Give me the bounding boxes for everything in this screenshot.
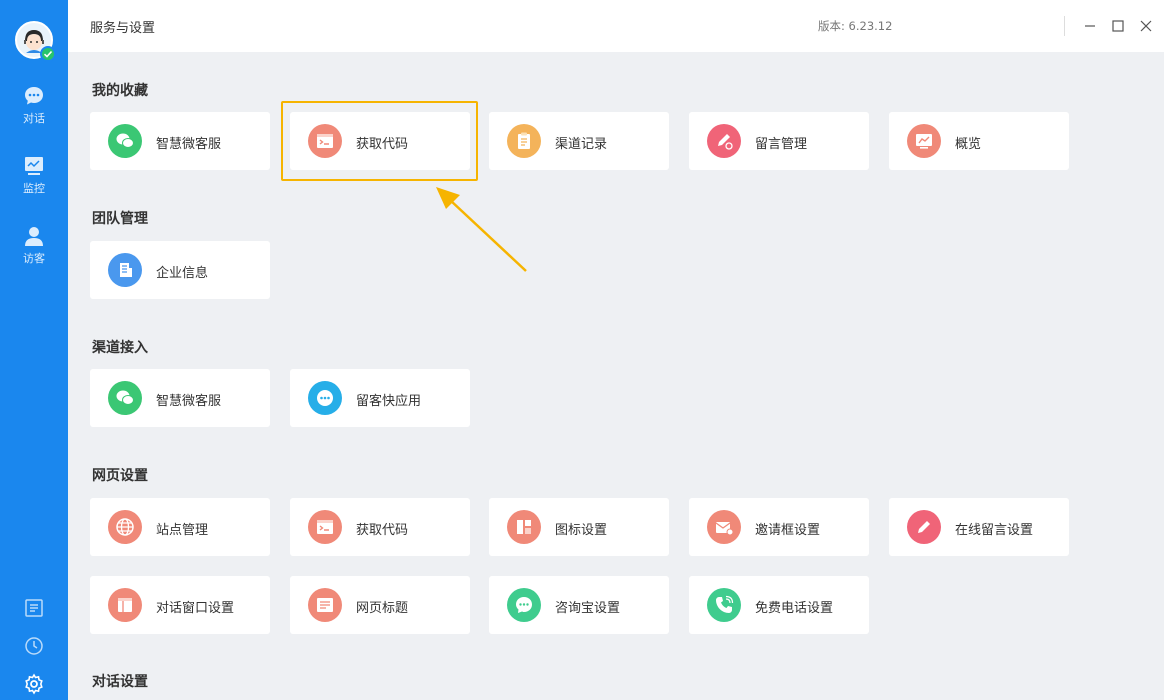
card-team-company-info[interactable]: 企业信息 bbox=[90, 241, 270, 299]
monitor-icon bbox=[25, 157, 43, 175]
section-title-dialog: 对话设置 bbox=[92, 674, 148, 690]
close-icon[interactable] bbox=[1136, 16, 1156, 36]
phone-icon bbox=[707, 588, 741, 622]
card-label: 智慧微客服 bbox=[156, 394, 222, 409]
code-window-icon bbox=[308, 510, 342, 544]
chat-bubble-icon bbox=[25, 87, 43, 105]
section-title-channels: 渠道接入 bbox=[92, 340, 148, 356]
visitor-icon bbox=[25, 227, 43, 246]
card-favorites-message-mgmt[interactable]: 留言管理 bbox=[689, 112, 869, 170]
card-favorites-overview[interactable]: 概览 bbox=[889, 112, 1069, 170]
card-label: 留客快应用 bbox=[356, 394, 422, 409]
card-label: 网页标题 bbox=[356, 601, 409, 616]
card-label: 企业信息 bbox=[156, 266, 209, 281]
clock-icon[interactable] bbox=[22, 634, 46, 658]
layout-icon bbox=[507, 510, 541, 544]
section-title-team: 团队管理 bbox=[92, 211, 148, 227]
card-channels-quick-app[interactable]: 留客快应用 bbox=[290, 369, 470, 427]
sidebar: 对话 监控 访客 bbox=[0, 0, 68, 700]
card-label: 咨询宝设置 bbox=[555, 601, 621, 616]
wechat-icon bbox=[108, 381, 142, 415]
card-web-site-mgmt[interactable]: 站点管理 bbox=[90, 498, 270, 556]
chat-dots-icon bbox=[507, 588, 541, 622]
card-web-free-phone[interactable]: 免费电话设置 bbox=[689, 576, 869, 634]
gear-icon[interactable] bbox=[22, 672, 46, 696]
maximize-icon[interactable] bbox=[1108, 16, 1128, 36]
pen-icon bbox=[707, 124, 741, 158]
page-title: 服务与设置 bbox=[90, 21, 156, 36]
card-web-online-message[interactable]: 在线留言设置 bbox=[889, 498, 1069, 556]
envelope-icon bbox=[707, 510, 741, 544]
nav-monitor[interactable]: 监控 bbox=[0, 154, 68, 196]
pen-icon bbox=[907, 510, 941, 544]
card-label: 站点管理 bbox=[156, 523, 209, 538]
card-web-icon-settings[interactable]: 图标设置 bbox=[489, 498, 669, 556]
settings-content: 我的收藏 智慧微客服 获取代码 渠道记录 留言管理 概览 团队管理 企业信息 渠… bbox=[68, 52, 1164, 700]
card-web-dialog-window[interactable]: 对话窗口设置 bbox=[90, 576, 270, 634]
card-label: 概览 bbox=[955, 137, 982, 152]
card-channels-wechat[interactable]: 智慧微客服 bbox=[90, 369, 270, 427]
nav-monitor-label: 监控 bbox=[23, 182, 45, 195]
section-title-web: 网页设置 bbox=[92, 468, 148, 484]
card-label: 获取代码 bbox=[356, 523, 409, 538]
card-web-consult-settings[interactable]: 咨询宝设置 bbox=[489, 576, 669, 634]
quick-app-icon bbox=[308, 381, 342, 415]
window-icon bbox=[108, 588, 142, 622]
card-web-page-title[interactable]: 网页标题 bbox=[290, 576, 470, 634]
nav-chat-label: 对话 bbox=[23, 112, 45, 125]
overview-icon bbox=[907, 124, 941, 158]
card-label: 对话窗口设置 bbox=[156, 601, 235, 616]
notes-icon[interactable] bbox=[22, 596, 46, 620]
nav-chat[interactable]: 对话 bbox=[0, 84, 68, 126]
title-bar: 服务与设置 版本: 6.23.12 bbox=[68, 0, 1164, 52]
building-icon bbox=[108, 253, 142, 287]
card-label: 图标设置 bbox=[555, 523, 608, 538]
card-web-invite-box[interactable]: 邀请框设置 bbox=[689, 498, 869, 556]
card-web-get-code[interactable]: 获取代码 bbox=[290, 498, 470, 556]
online-status-check-icon bbox=[40, 46, 56, 62]
card-label: 在线留言设置 bbox=[955, 523, 1034, 538]
nav-visitor-label: 访客 bbox=[23, 252, 45, 265]
minimize-icon[interactable] bbox=[1080, 16, 1100, 36]
card-label: 留言管理 bbox=[755, 137, 808, 152]
nav-visitor[interactable]: 访客 bbox=[0, 224, 68, 266]
page-title-icon bbox=[308, 588, 342, 622]
agent-avatar[interactable] bbox=[15, 21, 56, 62]
card-label: 邀请框设置 bbox=[755, 523, 821, 538]
divider bbox=[1064, 16, 1065, 36]
card-label: 免费电话设置 bbox=[755, 601, 834, 616]
globe-icon bbox=[108, 510, 142, 544]
version-text: 版本: 6.23.12 bbox=[818, 19, 893, 33]
